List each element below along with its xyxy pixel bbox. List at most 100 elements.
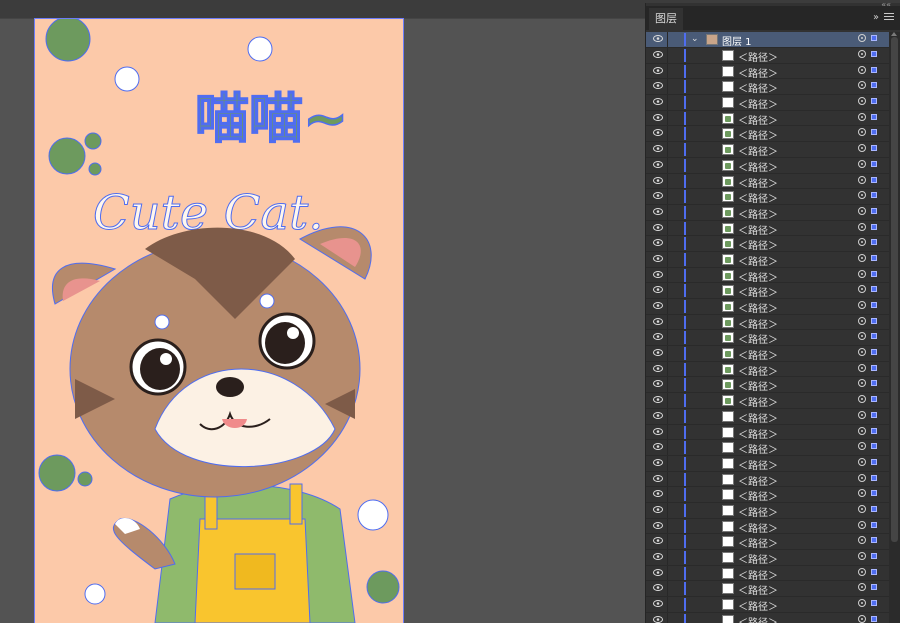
path-label[interactable]: ＜路径＞ bbox=[738, 441, 778, 456]
target-circle-icon[interactable] bbox=[858, 599, 866, 608]
collapse-panel-icon[interactable]: ›› bbox=[873, 12, 879, 23]
selection-indicator[interactable] bbox=[871, 317, 877, 324]
layer-row-path[interactable]: ＜路径＞ bbox=[646, 518, 889, 535]
path-label[interactable]: ＜路径＞ bbox=[738, 582, 778, 597]
path-label[interactable]: ＜路径＞ bbox=[738, 614, 778, 623]
target-circle-icon[interactable] bbox=[858, 253, 866, 262]
layer-row-path[interactable]: ＜路径＞ bbox=[646, 157, 889, 174]
visibility-eye-icon[interactable] bbox=[653, 82, 663, 90]
target-circle-icon[interactable] bbox=[858, 112, 866, 121]
layer-row-path[interactable]: ＜路径＞ bbox=[646, 550, 889, 566]
visibility-eye-icon[interactable] bbox=[653, 239, 663, 247]
target-circle-icon[interactable] bbox=[858, 426, 866, 435]
selection-indicator[interactable] bbox=[871, 458, 877, 465]
scroll-thumb[interactable] bbox=[891, 37, 898, 542]
visibility-eye-icon[interactable] bbox=[653, 568, 663, 576]
visibility-eye-icon[interactable] bbox=[653, 35, 663, 42]
layer-name[interactable]: 图层 1 bbox=[722, 33, 752, 48]
target-circle-icon[interactable] bbox=[858, 50, 866, 58]
layer-row-path[interactable]: ＜路径＞ bbox=[646, 471, 889, 488]
document-canvas[interactable]: Cute Cat. 喵喵~ bbox=[0, 19, 645, 623]
visibility-eye-icon[interactable] bbox=[653, 317, 663, 325]
path-label[interactable]: ＜路径＞ bbox=[738, 410, 778, 425]
path-label[interactable]: ＜路径＞ bbox=[738, 49, 778, 64]
layer-row-path[interactable]: ＜路径＞ bbox=[646, 267, 889, 284]
target-circle-icon[interactable] bbox=[858, 175, 866, 184]
target-circle-icon[interactable] bbox=[858, 285, 866, 294]
target-circle-icon[interactable] bbox=[858, 301, 866, 309]
layer-row-path[interactable]: ＜路径＞ bbox=[646, 251, 889, 268]
path-label[interactable]: ＜路径＞ bbox=[738, 269, 778, 284]
visibility-eye-icon[interactable] bbox=[653, 411, 663, 419]
target-circle-icon[interactable] bbox=[858, 583, 866, 592]
target-circle-icon[interactable] bbox=[858, 457, 866, 466]
layer-row-path[interactable]: ＜路径＞ bbox=[646, 283, 889, 299]
visibility-eye-icon[interactable] bbox=[653, 192, 663, 200]
layer-row-path[interactable]: ＜路径＞ bbox=[646, 299, 889, 315]
path-label[interactable]: ＜路径＞ bbox=[738, 504, 778, 519]
selection-indicator[interactable] bbox=[871, 600, 877, 607]
target-circle-icon[interactable] bbox=[858, 128, 866, 137]
target-circle-icon[interactable] bbox=[858, 395, 866, 404]
path-label[interactable]: ＜路径＞ bbox=[738, 598, 778, 613]
target-circle-icon[interactable] bbox=[858, 473, 866, 482]
visibility-eye-icon[interactable] bbox=[653, 521, 663, 529]
artboard[interactable]: Cute Cat. 喵喵~ bbox=[35, 19, 403, 623]
layer-row-path[interactable]: ＜路径＞ bbox=[646, 79, 889, 95]
target-circle-icon[interactable] bbox=[858, 97, 866, 106]
layer-row-path[interactable]: ＜路径＞ bbox=[646, 424, 889, 441]
target-circle-icon[interactable] bbox=[858, 567, 866, 576]
selection-indicator[interactable] bbox=[871, 427, 877, 434]
layer-row-path[interactable]: ＜路径＞ bbox=[646, 173, 889, 190]
selection-indicator[interactable] bbox=[871, 223, 877, 230]
path-label[interactable]: ＜路径＞ bbox=[738, 316, 778, 331]
selection-indicator[interactable] bbox=[871, 584, 877, 591]
scroll-up-arrow-icon[interactable] bbox=[891, 32, 897, 36]
path-label[interactable]: ＜路径＞ bbox=[738, 143, 778, 158]
path-label[interactable]: ＜路径＞ bbox=[738, 473, 778, 488]
selection-indicator[interactable] bbox=[871, 176, 877, 183]
expand-chevron-icon[interactable]: ⌄ bbox=[691, 34, 699, 44]
layer-row-path[interactable]: ＜路径＞ bbox=[646, 63, 889, 80]
visibility-eye-icon[interactable] bbox=[653, 207, 663, 215]
target-circle-icon[interactable] bbox=[858, 144, 866, 153]
visibility-eye-icon[interactable] bbox=[653, 176, 663, 184]
selection-indicator[interactable] bbox=[871, 568, 877, 575]
target-circle-icon[interactable] bbox=[858, 442, 866, 451]
visibility-eye-icon[interactable] bbox=[653, 505, 663, 513]
layer-row-path[interactable]: ＜路径＞ bbox=[646, 393, 889, 409]
visibility-eye-icon[interactable] bbox=[653, 615, 663, 623]
layer-row-path[interactable]: ＜路径＞ bbox=[646, 204, 889, 221]
layers-list[interactable]: ⌄ 图层 1 ＜路径＞ ＜路径＞ ＜路径＞ ＜路径＞ ＜路径＞ ＜路径＞ ＜路径＞ ＜路径＞＜… bbox=[646, 32, 889, 623]
target-circle-icon[interactable] bbox=[858, 269, 866, 278]
selection-indicator[interactable] bbox=[871, 505, 877, 512]
layer-row-path[interactable]: ＜路径＞ bbox=[646, 455, 889, 472]
path-label[interactable]: ＜路径＞ bbox=[738, 222, 778, 237]
path-label[interactable]: ＜路径＞ bbox=[738, 488, 778, 503]
selection-indicator[interactable] bbox=[871, 239, 877, 246]
path-label[interactable]: ＜路径＞ bbox=[738, 112, 778, 127]
selection-indicator[interactable] bbox=[871, 411, 877, 418]
layer-row-layer-1[interactable]: ⌄ 图层 1 bbox=[646, 32, 889, 48]
path-label[interactable]: ＜路径＞ bbox=[738, 331, 778, 346]
layer-row-path[interactable]: ＜路径＞ bbox=[646, 142, 889, 158]
layer-row-path[interactable]: ＜路径＞ bbox=[646, 565, 889, 582]
path-label[interactable]: ＜路径＞ bbox=[738, 284, 778, 299]
cute-cat-illustration[interactable]: Cute Cat. 喵喵~ bbox=[35, 19, 403, 623]
path-label[interactable]: ＜路径＞ bbox=[738, 190, 778, 205]
visibility-eye-icon[interactable] bbox=[653, 364, 663, 372]
path-label[interactable]: ＜路径＞ bbox=[738, 237, 778, 252]
path-label[interactable]: ＜路径＞ bbox=[738, 347, 778, 362]
path-label[interactable]: ＜路径＞ bbox=[738, 253, 778, 268]
target-circle-icon[interactable] bbox=[858, 159, 866, 168]
path-label[interactable]: ＜路径＞ bbox=[738, 567, 778, 582]
path-label[interactable]: ＜路径＞ bbox=[738, 378, 778, 393]
path-label[interactable]: ＜路径＞ bbox=[738, 300, 778, 315]
selection-indicator[interactable] bbox=[871, 160, 877, 167]
layer-row-path[interactable]: ＜路径＞ bbox=[646, 110, 889, 127]
path-label[interactable]: ＜路径＞ bbox=[738, 127, 778, 142]
layer-row-path[interactable]: ＜路径＞ bbox=[646, 189, 889, 205]
visibility-eye-icon[interactable] bbox=[653, 66, 663, 74]
selection-indicator[interactable] bbox=[871, 35, 877, 41]
selection-indicator[interactable] bbox=[871, 364, 877, 371]
